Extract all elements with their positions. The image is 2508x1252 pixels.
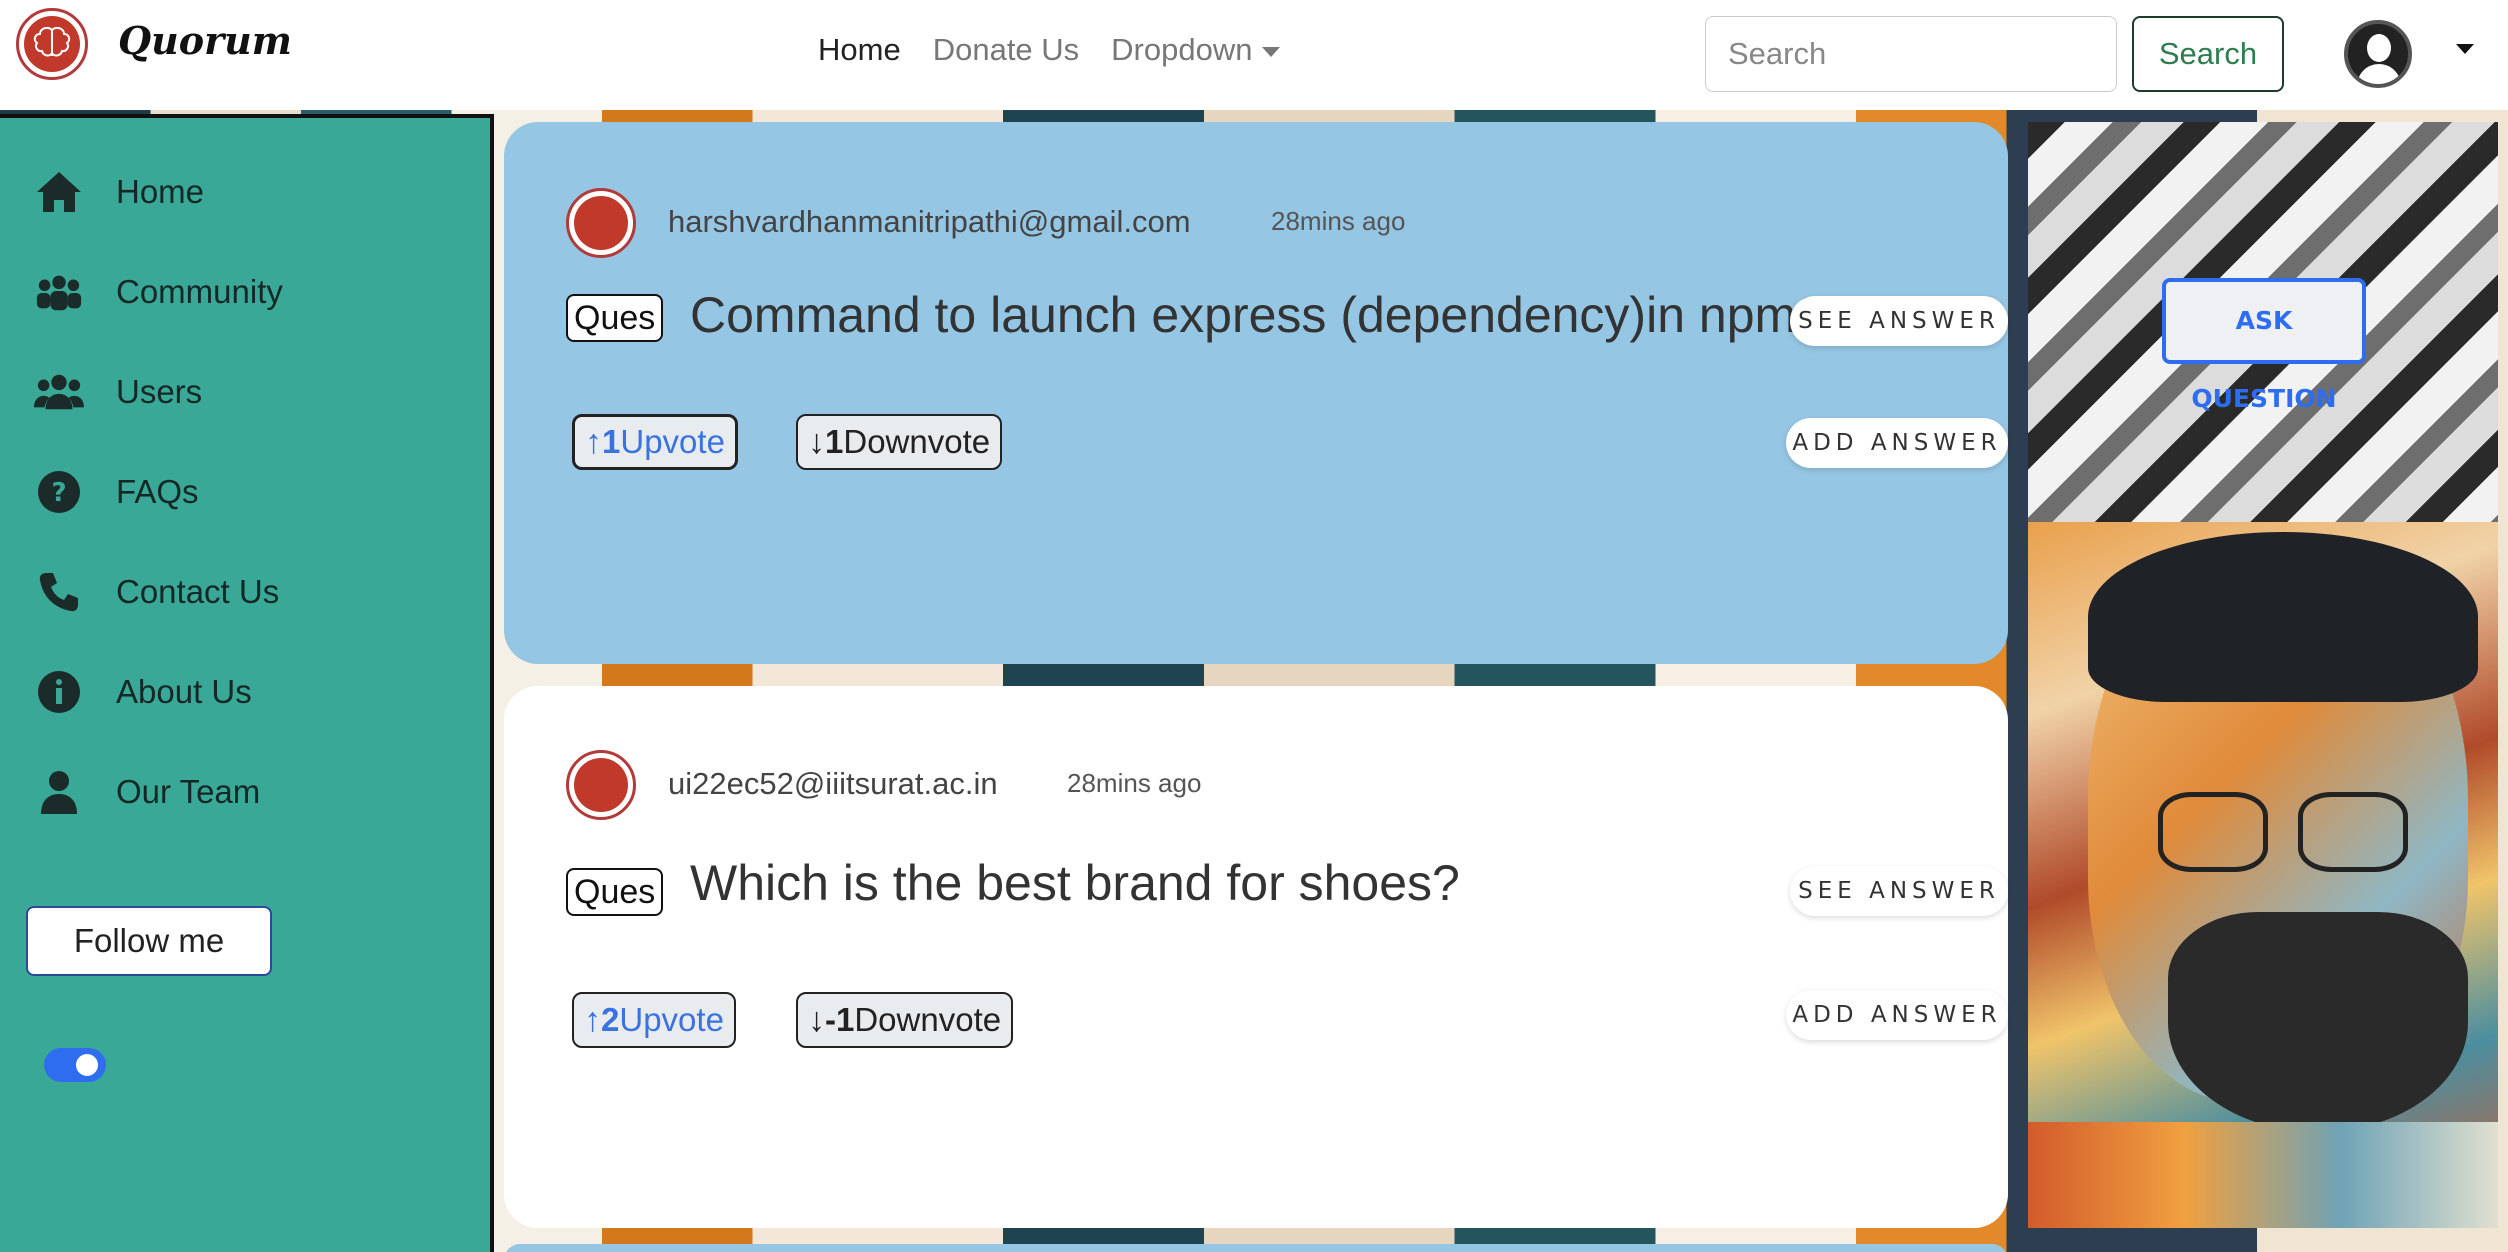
- question-card: ui22ec52@iiitsurat.ac.in 28mins ago Ques…: [504, 686, 2008, 1228]
- question-text[interactable]: Command to launch express (dependency)in…: [690, 286, 1824, 344]
- arrow-up-icon: ↑: [584, 1000, 601, 1039]
- upvote-count: 1: [602, 423, 621, 460]
- upvote-label: Upvote: [619, 1001, 724, 1038]
- downvote-label: Downvote: [843, 423, 991, 460]
- ques-tag: Ques: [566, 868, 664, 916]
- post-time: 28mins ago: [1271, 206, 1406, 236]
- portrait-artwork-image: [2028, 522, 2498, 1228]
- users-icon: [34, 367, 84, 417]
- community-icon: [34, 267, 84, 317]
- brand-name[interactable]: Quorum: [118, 18, 292, 63]
- brand-logo[interactable]: [16, 8, 88, 80]
- portrait-hair: [2088, 532, 2478, 702]
- theme-toggle[interactable]: [44, 1048, 106, 1082]
- downvote-button[interactable]: ↓ -1 Downvote: [796, 992, 1014, 1048]
- author-avatar[interactable]: [566, 188, 636, 258]
- avatar-shoulders: [2357, 64, 2401, 84]
- sidebar-item-label: Community: [116, 273, 283, 310]
- person-icon: [34, 767, 84, 817]
- arrow-down-icon: ↓: [808, 1000, 825, 1039]
- sidebar-item-label: About Us: [116, 673, 252, 710]
- follow-me-button[interactable]: Follow me: [26, 906, 272, 976]
- info-icon: [34, 667, 84, 717]
- toggle-knob: [76, 1054, 98, 1076]
- user-menu-caret-icon[interactable]: [2456, 44, 2474, 54]
- post-time: 28mins ago: [1067, 768, 1202, 798]
- sidebar-item-label: Contact Us: [116, 573, 280, 610]
- search-input[interactable]: [1705, 16, 2117, 92]
- nav-links: Home Donate Us Dropdown: [818, 32, 1281, 68]
- sidebar-item-label: Users: [116, 373, 203, 410]
- add-answer-button[interactable]: ADD ANSWER: [1786, 418, 2008, 468]
- sidebar-item-label: Home: [116, 173, 205, 210]
- nav-link-donate[interactable]: Donate Us: [933, 32, 1079, 68]
- see-answer-button[interactable]: SEE ANSWER: [1790, 866, 2008, 916]
- author-avatar[interactable]: [566, 750, 636, 820]
- sidebar-item-label: Our Team: [116, 773, 261, 810]
- arrow-down-icon: ↓: [808, 422, 825, 461]
- nav-dropdown[interactable]: Dropdown: [1111, 32, 1281, 68]
- sidebar-item-contact[interactable]: Contact Us: [34, 562, 279, 622]
- brain-icon: [574, 196, 628, 250]
- downvote-button[interactable]: ↓ 1 Downvote: [796, 414, 1003, 470]
- question-icon: ?: [34, 467, 84, 517]
- add-answer-button[interactable]: ADD ANSWER: [1786, 990, 2008, 1040]
- sidebar-item-label: FAQs: [116, 473, 199, 510]
- question-card: harshvardhanmanitripathi@gmail.com 28min…: [504, 122, 2008, 664]
- upvote-count: 2: [601, 1001, 620, 1038]
- sidebar-item-team[interactable]: Our Team: [34, 762, 260, 822]
- nav-dropdown-label: Dropdown: [1111, 32, 1253, 67]
- upvote-label: Upvote: [620, 423, 725, 460]
- user-avatar[interactable]: [2344, 20, 2412, 88]
- downvote-count: 1: [825, 423, 844, 460]
- brain-icon: [574, 758, 628, 812]
- upvote-button[interactable]: ↑ 1 Upvote: [572, 414, 738, 470]
- sidebar: Home Community Users ? FAQs Contact Us A…: [0, 114, 494, 1252]
- portrait-beard: [2168, 912, 2468, 1132]
- sidebar-item-community[interactable]: Community: [34, 262, 283, 322]
- downvote-count: -1: [825, 1001, 855, 1038]
- upvote-button[interactable]: ↑ 2 Upvote: [572, 992, 736, 1048]
- sidebar-item-users[interactable]: Users: [34, 362, 202, 422]
- see-answer-button[interactable]: SEE ANSWER: [1790, 296, 2008, 346]
- portrait-glasses-left: [2158, 792, 2268, 872]
- search-button[interactable]: Search: [2132, 16, 2284, 92]
- author-email[interactable]: ui22ec52@iiitsurat.ac.in: [668, 766, 998, 802]
- brain-icon: [24, 16, 80, 72]
- portrait-glasses-right: [2298, 792, 2408, 872]
- avatar-head: [2367, 34, 2391, 62]
- phone-icon: [34, 567, 84, 617]
- sidebar-item-faqs[interactable]: ? FAQs: [34, 462, 199, 522]
- nav-link-home[interactable]: Home: [818, 32, 901, 68]
- sidebar-item-home[interactable]: Home: [34, 162, 204, 222]
- navbar: Quorum Home Donate Us Dropdown Search: [0, 0, 2508, 110]
- arrow-up-icon: ↑: [585, 422, 602, 461]
- sidebar-item-about[interactable]: About Us: [34, 662, 252, 722]
- ask-question-button[interactable]: ASK QUESTION: [2162, 278, 2366, 413]
- ques-tag: Ques: [566, 294, 664, 342]
- downvote-label: Downvote: [854, 1001, 1002, 1038]
- portrait-shirt: [2028, 1122, 2498, 1228]
- home-icon: [34, 167, 84, 217]
- question-text[interactable]: Which is the best brand for shoes?: [690, 854, 1460, 912]
- svg-text:?: ?: [51, 478, 66, 508]
- caret-down-icon: [1262, 46, 1281, 57]
- question-card-partial: [504, 1244, 2008, 1252]
- author-email[interactable]: harshvardhanmanitripathi@gmail.com: [668, 204, 1191, 240]
